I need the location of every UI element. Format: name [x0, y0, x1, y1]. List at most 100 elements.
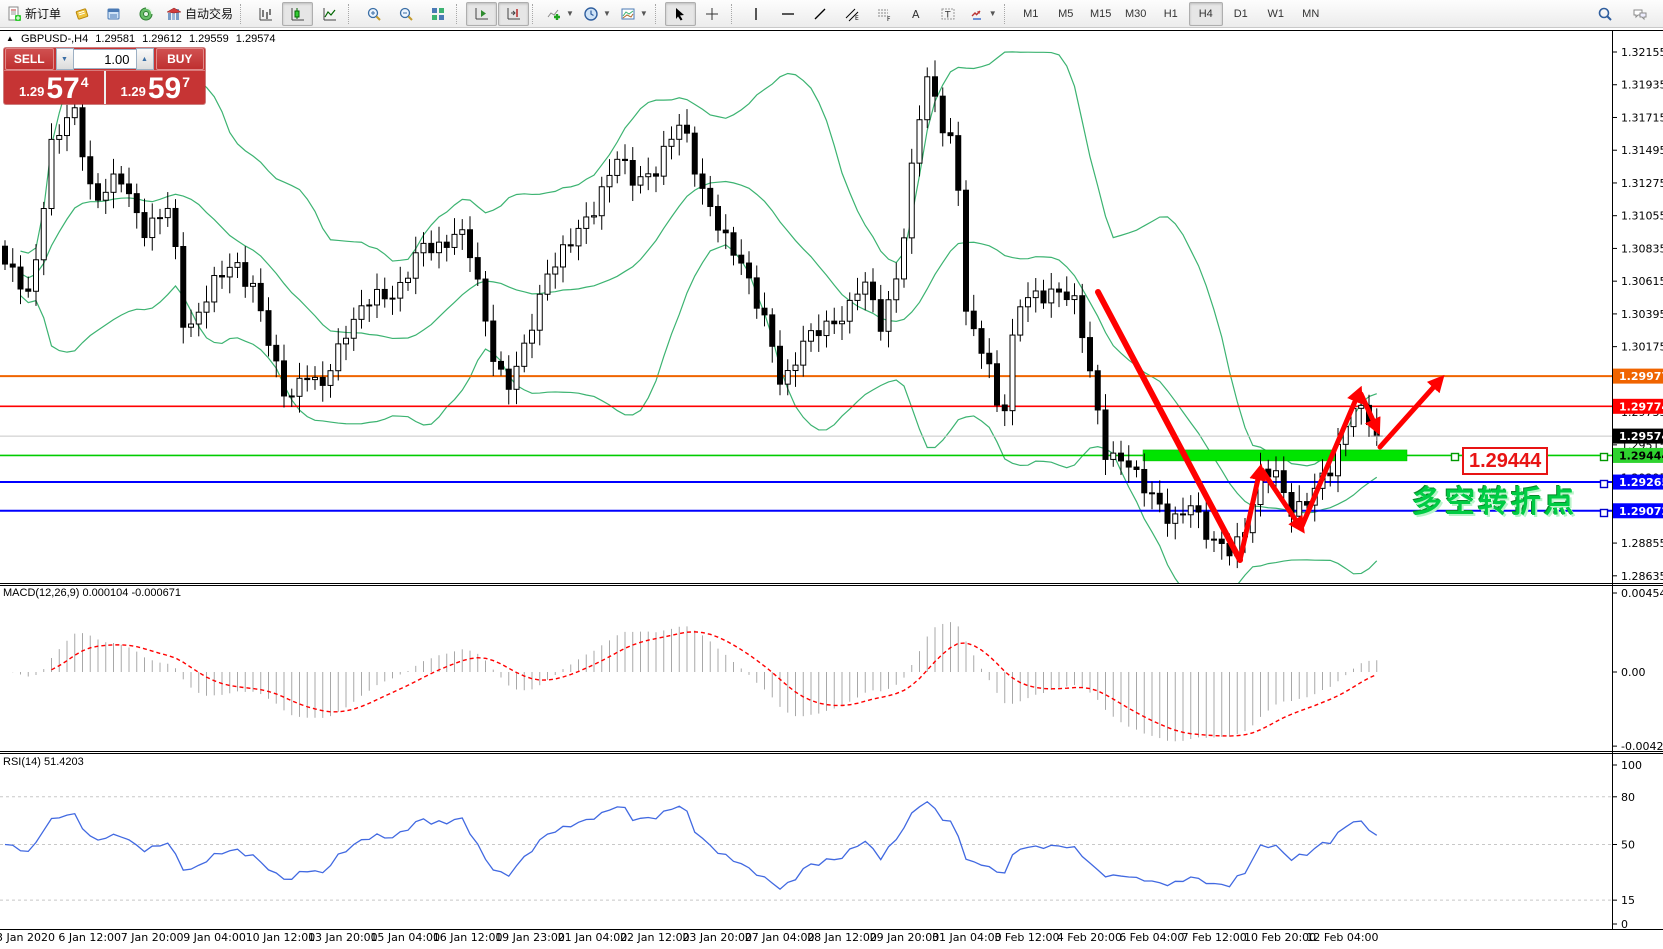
svg-text:27 Jan 04:00: 27 Jan 04:00: [745, 931, 815, 944]
svg-text:1.29574: 1.29574: [1619, 430, 1663, 443]
svg-text:1.30615: 1.30615: [1621, 275, 1663, 288]
search-icon: [1597, 6, 1613, 22]
fibonacci-tool-button[interactable]: F: [869, 2, 900, 26]
tile-windows-button[interactable]: [422, 2, 453, 26]
svg-text:1.29444: 1.29444: [1619, 449, 1663, 462]
channel-tool-button[interactable]: E: [837, 2, 868, 26]
search-button[interactable]: [1589, 2, 1620, 26]
data-window-button[interactable]: [98, 2, 129, 26]
svg-text:15 Jan 04:00: 15 Jan 04:00: [370, 931, 440, 944]
object-handle[interactable]: [1601, 510, 1608, 517]
time-axis[interactable]: 3 Jan 20206 Jan 12:007 Jan 20:009 Jan 04…: [0, 931, 1379, 944]
text-tool-button[interactable]: A: [901, 2, 932, 26]
line-chart-mode-button[interactable]: [314, 2, 345, 26]
ohlc-low: 1.29559: [189, 33, 229, 45]
indicators-button[interactable]: ▼: [542, 2, 578, 26]
volume-stepper: ▼ ▲: [56, 49, 154, 69]
buy-price-display[interactable]: 1.29 59 7: [106, 71, 206, 104]
timeframe-mn-button[interactable]: MN: [1294, 2, 1328, 26]
object-handle[interactable]: [1601, 454, 1608, 461]
chart-canvas[interactable]: 1.321551.319351.317151.314951.312751.310…: [0, 0, 1663, 949]
svg-text:T: T: [944, 10, 951, 20]
chart-shift-button[interactable]: [498, 2, 529, 26]
svg-text:31 Jan 04:00: 31 Jan 04:00: [932, 931, 1002, 944]
timeframe-d1-button[interactable]: D1: [1224, 2, 1258, 26]
text-label-tool-button[interactable]: T: [933, 2, 964, 26]
svg-text:29 Jan 20:00: 29 Jan 20:00: [870, 931, 940, 944]
line-chart-icon: [322, 6, 338, 22]
trendline-tool-button[interactable]: [805, 2, 836, 26]
ohlc-open: 1.29581: [95, 33, 135, 45]
object-handle[interactable]: [1601, 481, 1608, 488]
auto-scroll-button[interactable]: [466, 2, 497, 26]
collapse-panel-icon[interactable]: ▲: [6, 34, 14, 43]
autotrading-label: 自动交易: [185, 5, 233, 22]
svg-text:0: 0: [1621, 918, 1628, 931]
trend-arrows-drawing[interactable]: [1098, 292, 1440, 560]
timeframe-m1-button[interactable]: M1: [1014, 2, 1048, 26]
sell-price-big: 57: [46, 76, 79, 102]
cursor-tool-button[interactable]: [665, 2, 696, 26]
rsi-name: RSI(14): [3, 756, 41, 768]
market-watch-button[interactable]: [66, 2, 97, 26]
volume-increase-button[interactable]: ▲: [136, 48, 154, 70]
text-icon: A: [908, 6, 924, 22]
svg-text:1.30395: 1.30395: [1621, 308, 1663, 321]
svg-text:1.31935: 1.31935: [1621, 79, 1663, 92]
svg-text:1.30175: 1.30175: [1621, 341, 1663, 354]
chat-button[interactable]: [1624, 2, 1655, 26]
turning-point-annotation[interactable]: 多空转折点: [1412, 477, 1577, 521]
toolbar-grip: [731, 4, 737, 24]
navigator-button[interactable]: [130, 2, 161, 26]
volume-decrease-button[interactable]: ▼: [56, 48, 74, 70]
periods-clock-icon: [583, 6, 599, 22]
timeframe-m5-button[interactable]: M5: [1049, 2, 1083, 26]
svg-text:1.30835: 1.30835: [1621, 242, 1663, 255]
ohlc-high: 1.29612: [142, 33, 182, 45]
buy-price-prefix: 1.29: [121, 84, 146, 99]
rsi-indicator: [0, 797, 1612, 900]
periods-button[interactable]: ▼: [579, 2, 615, 26]
toolbar-grip: [1004, 4, 1010, 24]
templates-button[interactable]: ▼: [616, 2, 652, 26]
svg-text:3 Jan 2020: 3 Jan 2020: [0, 931, 55, 944]
equidistant-channel-icon: E: [844, 6, 860, 22]
autotrading-icon: [166, 6, 182, 22]
candlestick-mode-button[interactable]: [282, 2, 313, 26]
svg-text:100: 100: [1621, 759, 1642, 772]
bar-chart-mode-button[interactable]: [250, 2, 281, 26]
indicators-icon: [546, 6, 562, 22]
timeframe-h1-button[interactable]: H1: [1154, 2, 1188, 26]
timeframe-h4-button[interactable]: H4: [1189, 2, 1223, 26]
svg-text:7 Jan 20:00: 7 Jan 20:00: [121, 931, 184, 944]
candlesticks: [3, 60, 1383, 568]
fibonacci-icon: F: [876, 6, 892, 22]
new-order-button[interactable]: 新订单: [2, 2, 65, 26]
volume-input[interactable]: [74, 49, 136, 69]
zoom-out-button[interactable]: [390, 2, 421, 26]
toolbar-grip: [240, 4, 246, 24]
price-annotation-tag[interactable]: 1.29444: [1462, 447, 1548, 475]
autotrading-button[interactable]: 自动交易: [162, 2, 237, 26]
vertical-line-tool-button[interactable]: [741, 2, 772, 26]
buy-button[interactable]: BUY: [156, 48, 205, 70]
toolbar-grip: [655, 4, 661, 24]
timeframe-m15-button[interactable]: M15: [1084, 2, 1118, 26]
svg-text:F: F: [887, 16, 891, 22]
indicator-axes[interactable]: 0.0045420.00-0.0042621008050150: [1612, 587, 1663, 931]
crosshair-tool-button[interactable]: [697, 2, 728, 26]
timeframe-w1-button[interactable]: W1: [1259, 2, 1293, 26]
svg-text:0.004542: 0.004542: [1621, 587, 1663, 600]
sell-button[interactable]: SELL: [5, 48, 54, 70]
arrow-objects-icon: [969, 6, 985, 22]
toolbar-grip: [456, 4, 462, 24]
arrows-tool-button[interactable]: ▼: [965, 2, 1001, 26]
horizontal-line-tool-button[interactable]: [773, 2, 804, 26]
navigator-icon: [138, 6, 154, 22]
macd-value-signal: -0.000671: [131, 587, 181, 599]
timeframe-m30-button[interactable]: M30: [1119, 2, 1153, 26]
auto-scroll-icon: [474, 6, 490, 22]
sell-price-display[interactable]: 1.29 57 4: [4, 71, 106, 104]
object-handle[interactable]: [1452, 454, 1459, 461]
zoom-in-button[interactable]: [358, 2, 389, 26]
